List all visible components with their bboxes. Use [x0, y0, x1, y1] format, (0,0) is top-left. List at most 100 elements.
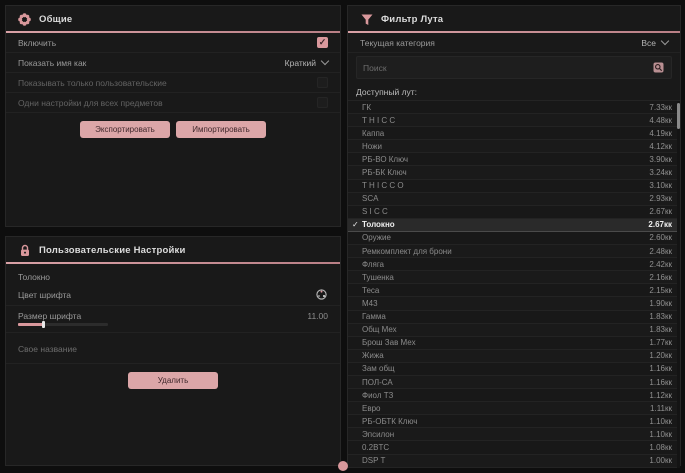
loot-row[interactable]: ПОЛ-СА1.16кк	[348, 376, 680, 389]
loot-item-name: Жижа	[362, 351, 649, 360]
loot-item-name: S I C C	[362, 207, 649, 216]
loot-row[interactable]: РБ-БК Ключ3.24кк	[348, 166, 680, 179]
loot-item-name: ГК	[362, 103, 649, 112]
name-display-select[interactable]: Краткий	[285, 58, 328, 68]
loot-item-value: 1.10кк	[649, 417, 672, 426]
loot-row[interactable]: Теса2.15кк	[348, 284, 680, 297]
loot-item-name: Брош Зав Мех	[362, 338, 649, 347]
loot-row[interactable]: ГК7.33кк	[348, 101, 680, 114]
loot-item-value: 2.67кк	[648, 220, 672, 229]
category-select[interactable]: Все	[641, 38, 668, 48]
loot-item-value: 4.12кк	[649, 142, 672, 151]
loot-item-value: 2.67кк	[649, 207, 672, 216]
loot-item-name: SCA	[362, 194, 649, 203]
name-display-value: Краткий	[285, 58, 316, 68]
general-panel-header: Общие	[6, 6, 340, 31]
loot-row[interactable]: Жижа1.20кк	[348, 350, 680, 363]
loot-row[interactable]: Тушенка2.16кк	[348, 271, 680, 284]
loot-row[interactable]: Фляга2.42кк	[348, 258, 680, 271]
loot-item-value: 4.19кк	[649, 129, 672, 138]
selected-item-name: Толокно	[6, 264, 340, 284]
search-icon[interactable]	[652, 61, 665, 74]
loot-item-name: РБ-ОБТК Ключ	[362, 417, 649, 426]
loot-item-value: 2.93кк	[649, 194, 672, 203]
loot-row[interactable]: Евро1.11кк	[348, 402, 680, 415]
loot-item-name: Ножи	[362, 142, 649, 151]
loot-row[interactable]: Эпсилон1.10кк	[348, 428, 680, 441]
custom-name-input[interactable]: Свое название	[6, 333, 340, 364]
slider-handle[interactable]	[42, 321, 45, 328]
loot-list-scrollbar[interactable]	[677, 101, 680, 468]
loot-row[interactable]: Оружие2.60кк	[348, 232, 680, 245]
custom-name-placeholder: Свое название	[18, 344, 77, 354]
chevron-down-icon	[321, 57, 329, 65]
delete-button[interactable]: Удалить	[128, 372, 218, 389]
loot-item-value: 1.00кк	[649, 456, 672, 465]
loot-item-value: 1.16кк	[649, 364, 672, 373]
window-collapse-grip[interactable]	[338, 461, 348, 471]
loot-item-name: T H I C C О	[362, 181, 649, 190]
lock-icon	[18, 244, 31, 257]
loot-row[interactable]: S I C C2.67кк	[348, 206, 680, 219]
loot-item-name: Зам общ	[362, 364, 649, 373]
panel-title: Общие	[39, 14, 72, 25]
search-input[interactable]: Поиск	[356, 56, 672, 79]
loot-row[interactable]: 0.2BTC1.08кк	[348, 441, 680, 454]
loot-item-name: ПОЛ-СА	[362, 378, 649, 387]
enable-label: Включить	[18, 38, 56, 48]
loot-row[interactable]: T H I C C4.48кк	[348, 114, 680, 127]
loot-row[interactable]: DSP Т1.00кк	[348, 455, 680, 468]
loot-item-value: 2.60кк	[649, 233, 672, 242]
loot-row[interactable]: Фиол ТЗ1.12кк	[348, 389, 680, 402]
export-button[interactable]: Экспортировать	[80, 121, 170, 138]
loot-row[interactable]: ✓Толокно2.67кк	[348, 219, 680, 232]
loot-row[interactable]: Ножи4.12кк	[348, 140, 680, 153]
loot-row[interactable]: Каппа4.19кк	[348, 127, 680, 140]
custom-panel-header: Пользовательские Настройки	[6, 237, 340, 262]
loot-row[interactable]: М431.90кк	[348, 297, 680, 310]
loot-row[interactable]: Гамма1.83кк	[348, 311, 680, 324]
only-custom-checkbox[interactable]	[317, 77, 328, 88]
funnel-icon	[360, 13, 373, 26]
loot-item-value: 2.16кк	[649, 273, 672, 282]
same-settings-checkbox[interactable]	[317, 97, 328, 108]
font-size-label: Размер шрифта	[18, 311, 81, 321]
enable-checkbox[interactable]	[317, 37, 328, 48]
import-button[interactable]: Импортировать	[176, 121, 266, 138]
loot-row[interactable]: Ремкомплект для брони2.48кк	[348, 245, 680, 258]
loot-row[interactable]: SCA2.93кк	[348, 193, 680, 206]
only-custom-row: Показывать только пользовательские	[6, 73, 340, 93]
loot-filter-panel: Фильтр Лута Текущая категория Все Поиск …	[347, 5, 681, 466]
loot-item-value: 2.15кк	[649, 286, 672, 295]
only-custom-label: Показывать только пользовательские	[18, 78, 167, 88]
loot-item-name: T H I C C	[362, 116, 649, 125]
panel-title: Пользовательские Настройки	[39, 245, 186, 256]
loot-row[interactable]: Зам общ1.16кк	[348, 363, 680, 376]
slider-fill	[18, 323, 43, 326]
scrollbar-thumb[interactable]	[677, 103, 680, 129]
loot-item-name: Евро	[362, 404, 650, 413]
loot-row[interactable]: Общ Мех1.83кк	[348, 324, 680, 337]
available-loot-label: Доступный лут:	[348, 82, 680, 100]
search-placeholder: Поиск	[363, 63, 387, 73]
selected-check-icon: ✓	[352, 221, 362, 229]
font-size-slider[interactable]	[18, 323, 108, 326]
loot-row[interactable]: РБ-ВО Ключ3.90кк	[348, 153, 680, 166]
loot-item-name: Гамма	[362, 312, 649, 321]
loot-item-value: 1.08кк	[649, 443, 672, 452]
font-color-row: Цвет шрифта	[6, 284, 340, 306]
loot-item-value: 2.42кк	[649, 260, 672, 269]
loot-item-name: Общ Мех	[362, 325, 649, 334]
loot-row[interactable]: РБ-ОБТК Ключ1.10кк	[348, 415, 680, 428]
loot-row[interactable]: Брош Зав Мех1.77кк	[348, 337, 680, 350]
loot-item-value: 1.90кк	[649, 299, 672, 308]
delete-row: Удалить	[6, 364, 340, 397]
loot-item-name: DSP Т	[362, 456, 649, 465]
color-wheel-icon[interactable]	[315, 288, 328, 301]
panel-title: Фильтр Лута	[381, 14, 443, 25]
category-row: Текущая категория Все	[348, 33, 680, 53]
loot-item-value: 1.10кк	[649, 430, 672, 439]
loot-row[interactable]: T H I C C О3.10кк	[348, 180, 680, 193]
loot-item-name: Оружие	[362, 233, 649, 242]
loot-list: ГК7.33ккT H I C C4.48ккКаппа4.19ккНожи4.…	[348, 100, 680, 468]
